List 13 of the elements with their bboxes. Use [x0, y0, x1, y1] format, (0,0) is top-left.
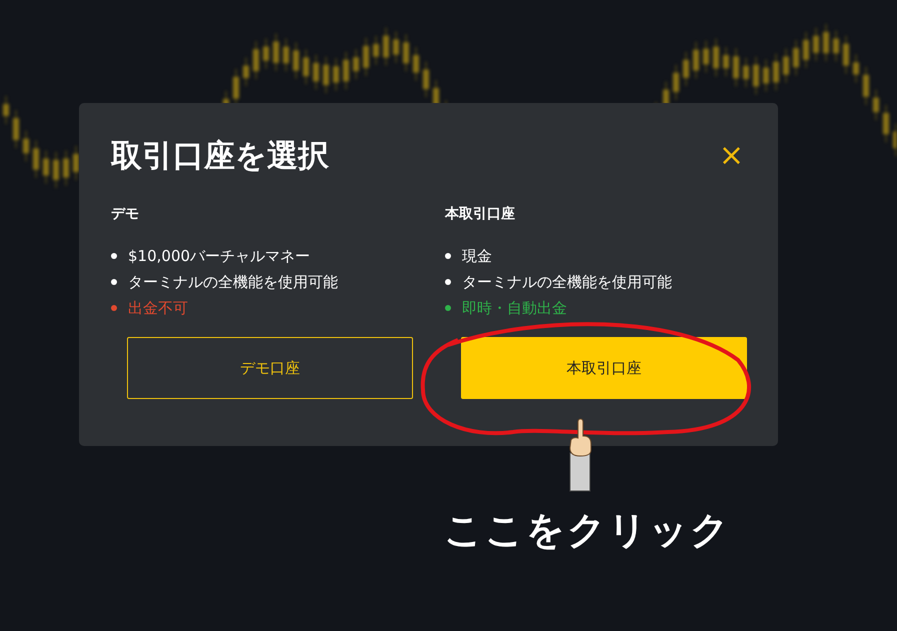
feature-text: $10,000バーチャルマネー [128, 246, 310, 267]
account-type-heading: 本取引口座 [445, 205, 516, 223]
feature-text: ターミナルの全機能を使用可能 [128, 272, 338, 293]
feature-text: 現金 [462, 246, 492, 267]
feature-text: 出金不可 [128, 298, 188, 319]
account-button[interactable]: 本取引口座 [461, 337, 747, 399]
close-button[interactable]: × [716, 141, 746, 171]
account-button[interactable]: デモ口座 [127, 337, 413, 399]
account-type-heading: デモ [111, 205, 140, 223]
dialog-title: 取引口座を選択 [111, 137, 329, 176]
annotation-caption: ここをクリック [444, 507, 731, 554]
feature-text: 即時・自動出金 [462, 298, 567, 319]
feature-text: ターミナルの全機能を使用可能 [462, 272, 672, 293]
